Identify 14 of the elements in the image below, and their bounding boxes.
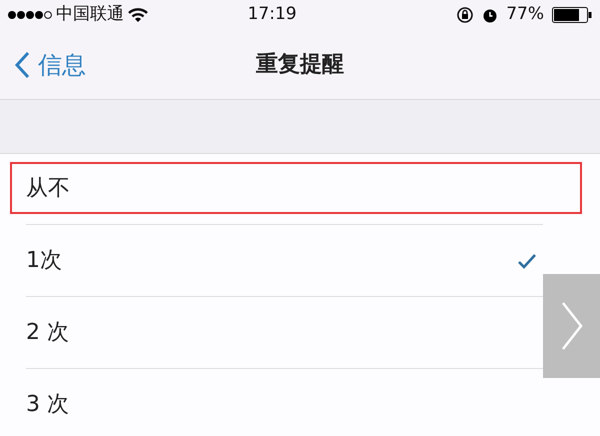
- wifi-icon: [128, 8, 148, 22]
- status-time: 17:19: [248, 3, 297, 26]
- chevron-right-icon: [560, 301, 584, 351]
- checkmark-icon: [517, 252, 537, 268]
- page-title: 重复提醒: [256, 51, 344, 79]
- back-chevron-icon: [14, 50, 30, 78]
- battery-percentage: 77%: [506, 3, 544, 26]
- battery-icon: [552, 7, 592, 23]
- carrier-name: 中国联通: [56, 3, 124, 26]
- next-button[interactable]: [543, 274, 600, 378]
- rotation-lock-icon: [456, 6, 474, 24]
- back-button[interactable]: 信息: [0, 46, 86, 82]
- signal-icon: [8, 10, 52, 20]
- option-row[interactable]: 从不: [10, 162, 582, 214]
